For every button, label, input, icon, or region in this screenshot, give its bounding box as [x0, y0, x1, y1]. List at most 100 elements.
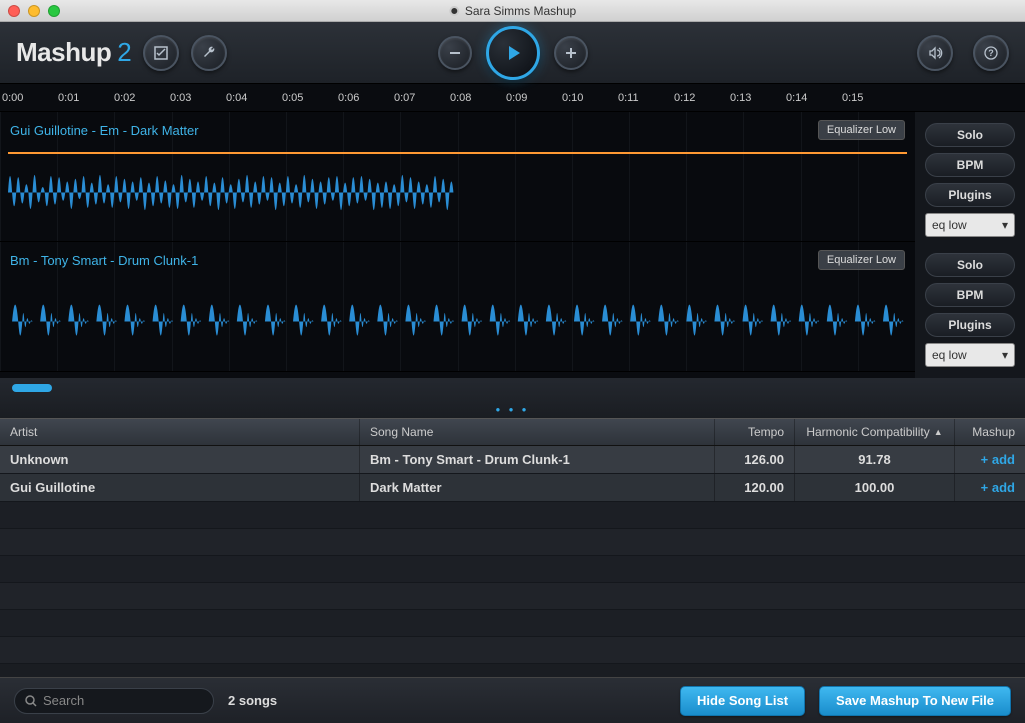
plugins-button[interactable]: Plugins: [925, 313, 1015, 337]
toolbar-right: ?: [905, 35, 1009, 71]
track-button-group: Solo BPM Plugins eq low ▾: [925, 248, 1015, 372]
cell-song: Dark Matter: [360, 474, 715, 501]
eq-select-value: eq low: [932, 218, 967, 232]
track-header: Bm - Tony Smart - Drum Clunk-1 Equalizer…: [0, 242, 915, 278]
ruler-tick: 0:11: [618, 92, 674, 104]
add-button[interactable]: + add: [955, 474, 1025, 501]
zoom-out-button[interactable]: [438, 36, 472, 70]
cell-harmonic: 91.78: [795, 446, 955, 473]
save-mashup-button[interactable]: Save Mashup To New File: [819, 686, 1011, 716]
ruler-tick: 0:04: [226, 92, 282, 104]
wrench-icon: [201, 45, 217, 61]
eq-tag[interactable]: Equalizer Low: [818, 120, 905, 140]
table-row[interactable]: Unknown Bm - Tony Smart - Drum Clunk-1 1…: [0, 446, 1025, 474]
bpm-button[interactable]: BPM: [925, 153, 1015, 177]
eq-select[interactable]: eq low ▾: [925, 213, 1015, 237]
eq-select[interactable]: eq low ▾: [925, 343, 1015, 367]
empty-row: [0, 556, 1025, 583]
progress-zone: ● ● ●: [0, 378, 1025, 418]
app-logo: Mashup 2: [16, 37, 131, 68]
footer-bar: Search 2 songs Hide Song List Save Mashu…: [0, 677, 1025, 723]
app-version: 2: [117, 37, 131, 68]
bpm-button[interactable]: BPM: [925, 283, 1015, 307]
header-artist[interactable]: Artist: [0, 419, 360, 445]
zoom-in-button[interactable]: [554, 36, 588, 70]
play-icon: [503, 43, 523, 63]
ruler-tick: 0:01: [58, 92, 114, 104]
chevron-down-icon: ▾: [1002, 218, 1008, 232]
add-button[interactable]: + add: [955, 446, 1025, 473]
waveform-container[interactable]: [8, 282, 907, 361]
empty-row: [0, 637, 1025, 664]
app-icon: [449, 6, 459, 16]
song-count: 2 songs: [228, 693, 277, 708]
close-window-button[interactable]: [8, 5, 20, 17]
ruler-tick: 0:02: [114, 92, 170, 104]
cell-artist: Unknown: [0, 446, 360, 473]
maximize-window-button[interactable]: [48, 5, 60, 17]
track-name: Gui Guillotine - Em - Dark Matter: [10, 123, 199, 138]
table-header: Artist Song Name Tempo Harmonic Compatib…: [0, 418, 1025, 446]
waveform: [8, 282, 907, 361]
solo-button[interactable]: Solo: [925, 253, 1015, 277]
plugins-button[interactable]: Plugins: [925, 183, 1015, 207]
main-toolbar: Mashup 2 ?: [0, 22, 1025, 84]
tracks-area: Gui Guillotine - Em - Dark Matter Equali…: [0, 112, 1025, 378]
ruler-tick: 0:00: [2, 92, 58, 104]
header-mashup[interactable]: Mashup: [955, 419, 1025, 445]
header-tempo[interactable]: Tempo: [715, 419, 795, 445]
window-title-text: Sara Simms Mashup: [465, 4, 576, 18]
solo-button[interactable]: Solo: [925, 123, 1015, 147]
search-placeholder: Search: [43, 693, 84, 708]
plus-icon: [564, 46, 578, 60]
eq-tag[interactable]: Equalizer Low: [818, 250, 905, 270]
eq-select-value: eq low: [932, 348, 967, 362]
edit-icon: [153, 45, 169, 61]
cell-artist: Gui Guillotine: [0, 474, 360, 501]
sort-ascending-icon: ▲: [934, 427, 943, 437]
help-icon: ?: [983, 45, 999, 61]
ruler-tick: 0:05: [282, 92, 338, 104]
volume-button[interactable]: [917, 35, 953, 71]
search-icon: [25, 695, 37, 707]
header-harmonic-label: Harmonic Compatibility: [806, 425, 929, 439]
track-name: Bm - Tony Smart - Drum Clunk-1: [10, 253, 198, 268]
empty-row: [0, 610, 1025, 637]
speaker-icon: [927, 45, 943, 61]
ruler-tick: 0:07: [394, 92, 450, 104]
transport-controls: [438, 26, 588, 80]
cell-harmonic: 100.00: [795, 474, 955, 501]
empty-row: [0, 583, 1025, 610]
edit-button[interactable]: [143, 35, 179, 71]
window-title: Sara Simms Mashup: [449, 4, 576, 18]
audio-track[interactable]: Gui Guillotine - Em - Dark Matter Equali…: [0, 112, 915, 242]
minus-icon: [448, 46, 462, 60]
empty-rows: [0, 502, 1025, 664]
header-song[interactable]: Song Name: [360, 419, 715, 445]
minimize-window-button[interactable]: [28, 5, 40, 17]
empty-row: [0, 502, 1025, 529]
help-button[interactable]: ?: [973, 35, 1009, 71]
ruler-tick: 0:10: [562, 92, 618, 104]
track-header: Gui Guillotine - Em - Dark Matter Equali…: [0, 112, 915, 148]
header-harmonic[interactable]: Harmonic Compatibility ▲: [795, 419, 955, 445]
chevron-down-icon: ▾: [1002, 348, 1008, 362]
ruler-tick: 0:15: [842, 92, 898, 104]
app-name: Mashup: [16, 37, 111, 68]
hide-songlist-button[interactable]: Hide Song List: [680, 686, 805, 716]
empty-row: [0, 529, 1025, 556]
song-table: Artist Song Name Tempo Harmonic Compatib…: [0, 418, 1025, 664]
traffic-lights: [8, 5, 60, 17]
table-row[interactable]: Gui Guillotine Dark Matter 120.00 100.00…: [0, 474, 1025, 502]
settings-button[interactable]: [191, 35, 227, 71]
window-titlebar: Sara Simms Mashup: [0, 0, 1025, 22]
tracks-column: Gui Guillotine - Em - Dark Matter Equali…: [0, 112, 915, 378]
ruler-tick: 0:06: [338, 92, 394, 104]
waveform-container[interactable]: [8, 152, 907, 231]
audio-track[interactable]: Bm - Tony Smart - Drum Clunk-1 Equalizer…: [0, 242, 915, 372]
splitter-handle[interactable]: ● ● ●: [496, 405, 530, 414]
play-button[interactable]: [486, 26, 540, 80]
progress-bar[interactable]: [12, 384, 52, 392]
time-ruler[interactable]: 0:00 0:01 0:02 0:03 0:04 0:05 0:06 0:07 …: [0, 84, 1025, 112]
search-input[interactable]: Search: [14, 688, 214, 714]
